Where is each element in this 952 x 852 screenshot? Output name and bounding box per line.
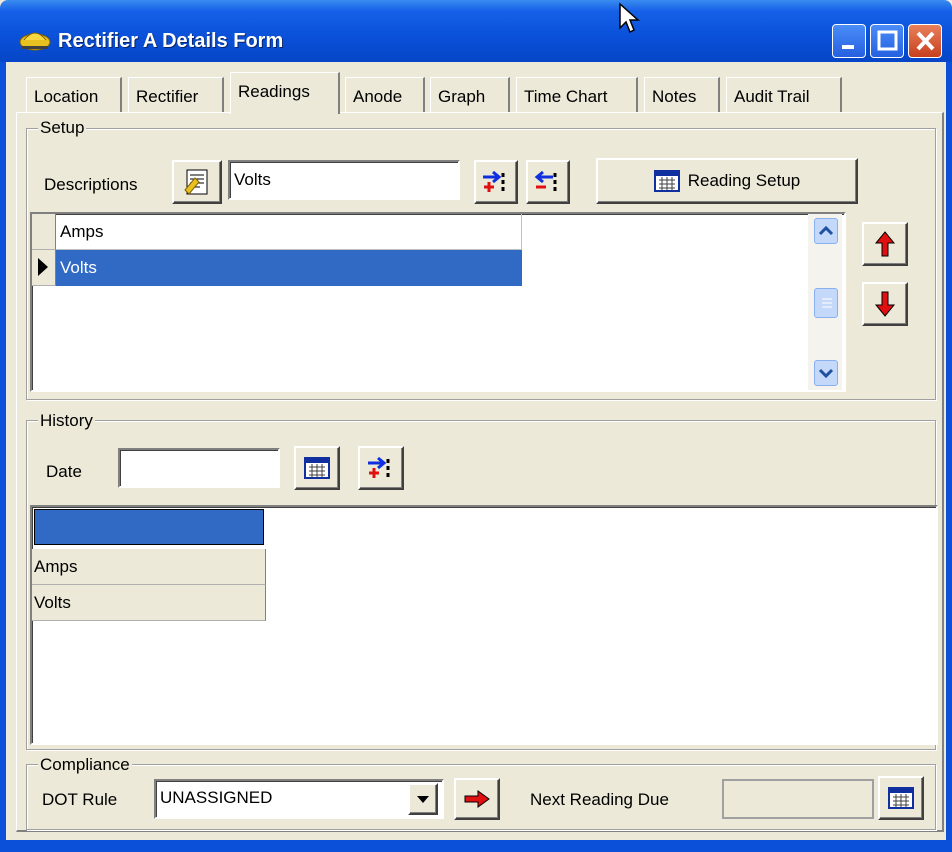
remove-item-icon <box>534 170 557 191</box>
list-item-selected[interactable]: Volts <box>56 250 522 286</box>
mouse-cursor-icon <box>618 2 640 39</box>
add-description-button[interactable] <box>474 160 518 204</box>
row-indicator <box>32 214 56 250</box>
table-row[interactable]: Volts <box>32 585 266 621</box>
chevron-up-icon <box>818 225 834 236</box>
edit-descriptions-button[interactable] <box>172 160 222 204</box>
arrow-right-icon <box>464 790 490 808</box>
maximize-icon <box>877 30 898 51</box>
history-group-label: History <box>38 411 95 431</box>
arrow-up-icon <box>874 231 896 257</box>
chevron-down-icon <box>818 368 834 379</box>
scroll-up-button[interactable] <box>814 218 838 244</box>
maximize-button[interactable] <box>870 24 904 58</box>
list-item-label: Volts <box>60 258 97 277</box>
date-input[interactable] <box>118 448 280 488</box>
minimize-button[interactable] <box>832 24 866 58</box>
current-row-arrow-icon <box>38 258 48 276</box>
tab-time-chart[interactable]: Time Chart <box>516 77 638 113</box>
dropdown-arrow-icon <box>417 796 429 803</box>
add-item-icon <box>368 456 390 478</box>
dot-rule-label: DOT Rule <box>42 790 118 809</box>
next-reading-date-picker-button[interactable] <box>878 776 924 820</box>
move-up-button[interactable] <box>862 222 908 266</box>
minimize-icon <box>842 45 854 49</box>
reading-setup-button[interactable]: Reading Setup <box>596 158 858 204</box>
tab-rectifier[interactable]: Rectifier <box>128 77 224 113</box>
scroll-down-button[interactable] <box>814 360 838 386</box>
add-history-button[interactable] <box>358 446 404 490</box>
row-label: Amps <box>34 557 78 576</box>
reading-setup-label: Reading Setup <box>687 171 801 190</box>
table-row[interactable]: Amps <box>32 549 266 585</box>
setup-list[interactable]: Amps Volts <box>30 212 846 392</box>
dropdown-button[interactable] <box>408 783 438 815</box>
history-grid-header[interactable] <box>34 509 264 545</box>
arrow-down-icon <box>874 291 896 317</box>
add-item-icon <box>483 170 505 192</box>
window-frame-bottom <box>0 840 952 852</box>
row-indicator-current <box>32 250 56 286</box>
compliance-group-label: Compliance <box>38 755 132 775</box>
close-button[interactable] <box>908 24 942 58</box>
calendar-icon <box>304 457 330 479</box>
close-icon <box>916 31 935 51</box>
tab-readings[interactable]: Readings <box>230 72 340 114</box>
grip-icon <box>822 298 832 308</box>
remove-description-button[interactable] <box>526 160 570 204</box>
dot-rule-select[interactable]: UNASSIGNED <box>154 779 444 819</box>
app-icon <box>18 26 52 52</box>
scroll-thumb[interactable] <box>814 288 838 318</box>
setup-list-scrollbar[interactable] <box>808 214 842 390</box>
setup-group-label: Setup <box>38 118 87 138</box>
notepad-icon <box>184 169 208 195</box>
tab-location[interactable]: Location <box>26 77 122 113</box>
date-label: Date <box>46 462 82 481</box>
tab-label: Readings <box>238 82 310 101</box>
next-reading-due-field <box>722 779 874 819</box>
window-frame-left <box>0 62 6 852</box>
tab-label: Graph <box>438 87 486 106</box>
date-picker-button[interactable] <box>294 446 340 490</box>
row-label: Volts <box>34 593 71 612</box>
window-title: Rectifier A Details Form <box>58 30 284 52</box>
window-frame-right <box>946 62 952 852</box>
description-input[interactable] <box>228 160 460 200</box>
calendar-icon <box>653 170 680 192</box>
tab-notes[interactable]: Notes <box>644 77 720 113</box>
tab-label: Audit Trail <box>734 87 810 106</box>
tab-label: Time Chart <box>524 87 608 106</box>
move-down-button[interactable] <box>862 282 908 326</box>
tab-label: Notes <box>652 87 697 106</box>
tab-label: Rectifier <box>136 87 199 106</box>
tab-label: Location <box>34 87 99 106</box>
tab-label: Anode <box>353 87 403 106</box>
history-grid[interactable]: Amps Volts <box>30 505 938 745</box>
tab-graph[interactable]: Graph <box>430 77 510 113</box>
dot-rule-value: UNASSIGNED <box>160 788 273 807</box>
list-item-label: Amps <box>60 222 104 241</box>
tab-audit-trail[interactable]: Audit Trail <box>726 77 842 113</box>
tab-anode[interactable]: Anode <box>345 77 425 113</box>
calendar-icon <box>888 787 914 809</box>
next-reading-due-label: Next Reading Due <box>530 790 669 809</box>
list-item[interactable]: Amps <box>56 214 522 250</box>
dot-rule-go-button[interactable] <box>454 778 500 820</box>
descriptions-label: Descriptions <box>44 175 138 194</box>
